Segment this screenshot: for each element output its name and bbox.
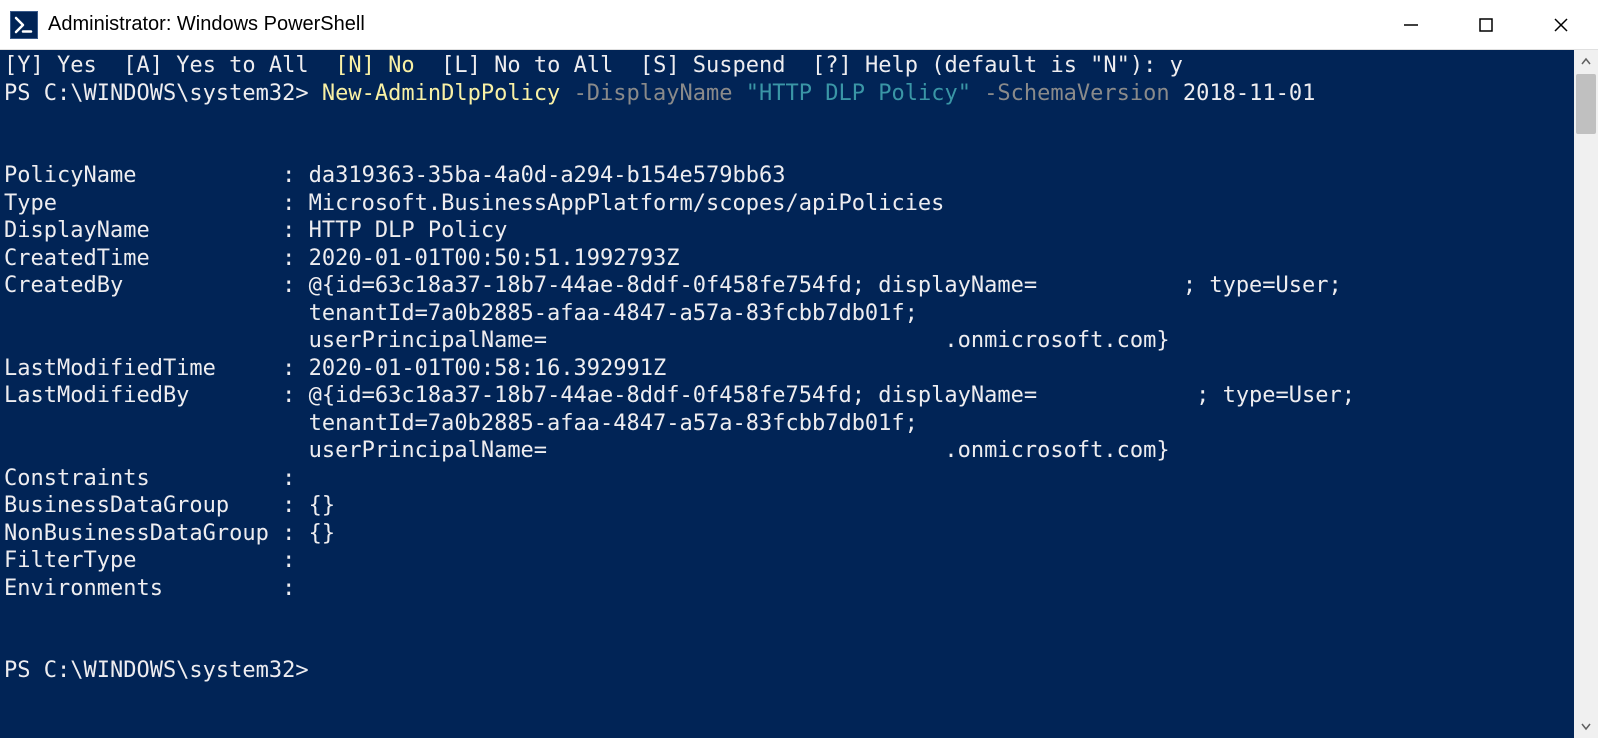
k-policyname: PolicyName (4, 163, 269, 188)
vertical-scrollbar[interactable] (1574, 50, 1598, 738)
param-schemaversion: -SchemaVersion (984, 81, 1169, 106)
k-displayname: DisplayName (4, 218, 269, 243)
k-type: Type (4, 191, 269, 216)
k-lastmodby: LastModifiedBy (4, 383, 269, 408)
window-controls (1373, 0, 1598, 49)
prompt-2: PS C:\WINDOWS\system32> (4, 658, 309, 683)
k-createdtime: CreatedTime (4, 246, 269, 271)
confirm-opt-suspend: [S] Suspend (640, 53, 786, 78)
titlebar: Administrator: Windows PowerShell (0, 0, 1598, 50)
v-nbdg: {} (309, 521, 336, 546)
arg-displayname: "HTTP DLP Policy" (746, 81, 971, 106)
scrollbar-thumb[interactable] (1576, 74, 1596, 134)
v-policyname: da319363-35ba-4a0d-a294-b154e579bb63 (309, 163, 786, 188)
scroll-down-arrow-icon[interactable] (1574, 714, 1598, 738)
k-environments: Environments (4, 576, 269, 601)
confirm-answer: y (1170, 53, 1183, 78)
scrollbar-track[interactable] (1574, 74, 1598, 714)
powershell-icon (10, 11, 38, 39)
v-createdby-2: tenantId=7a0b2885-afaa-4847-a57a-83fcbb7… (4, 301, 918, 326)
v-createdby-1: @{id=63c18a37-18b7-44ae-8ddf-0f458fe754f… (309, 273, 1342, 298)
confirm-opt-all: [A] Yes to All (123, 53, 308, 78)
confirm-opt-yes: [Y] Yes (4, 53, 97, 78)
k-constraints: Constraints (4, 466, 269, 491)
v-createdby-3: userPrincipalName= .onmicrosoft.com} (4, 328, 1170, 353)
v-type: Microsoft.BusinessAppPlatform/scopes/api… (309, 191, 945, 216)
console-output[interactable]: [Y] Yes [A] Yes to All [N] No [L] No to … (0, 50, 1574, 738)
prompt: PS C:\WINDOWS\system32> (4, 81, 309, 106)
k-createdby: CreatedBy (4, 273, 269, 298)
param-displayname: -DisplayName (574, 81, 733, 106)
v-createdtime: 2020-01-01T00:50:51.1992793Z (309, 246, 680, 271)
cmdlet: New-AdminDlpPolicy (322, 81, 560, 106)
v-lastmodby-1: @{id=63c18a37-18b7-44ae-8ddf-0f458fe754f… (309, 383, 1355, 408)
k-nbdg: NonBusinessDataGroup (4, 521, 269, 546)
k-bdg: BusinessDataGroup (4, 493, 269, 518)
console-wrap: [Y] Yes [A] Yes to All [N] No [L] No to … (0, 50, 1598, 738)
window-title: Administrator: Windows PowerShell (48, 13, 1373, 36)
scroll-up-arrow-icon[interactable] (1574, 50, 1598, 74)
confirm-opt-help: [?] Help (default is "N"): (812, 53, 1156, 78)
v-bdg: {} (309, 493, 336, 518)
v-lastmodby-2: tenantId=7a0b2885-afaa-4847-a57a-83fcbb7… (4, 411, 918, 436)
k-filtertype: FilterType (4, 548, 269, 573)
k-lastmodtime: LastModifiedTime (4, 356, 269, 381)
arg-schemaversion: 2018-11-01 (1183, 81, 1315, 106)
confirm-opt-no: [N] No (335, 53, 414, 78)
v-lastmodby-3: userPrincipalName= .onmicrosoft.com} (4, 438, 1170, 463)
v-lastmodtime: 2020-01-01T00:58:16.392991Z (309, 356, 667, 381)
v-displayname: HTTP DLP Policy (309, 218, 508, 243)
confirm-opt-noall: [L] No to All (441, 53, 613, 78)
minimize-button[interactable] (1373, 0, 1448, 49)
maximize-button[interactable] (1448, 0, 1523, 49)
close-button[interactable] (1523, 0, 1598, 49)
